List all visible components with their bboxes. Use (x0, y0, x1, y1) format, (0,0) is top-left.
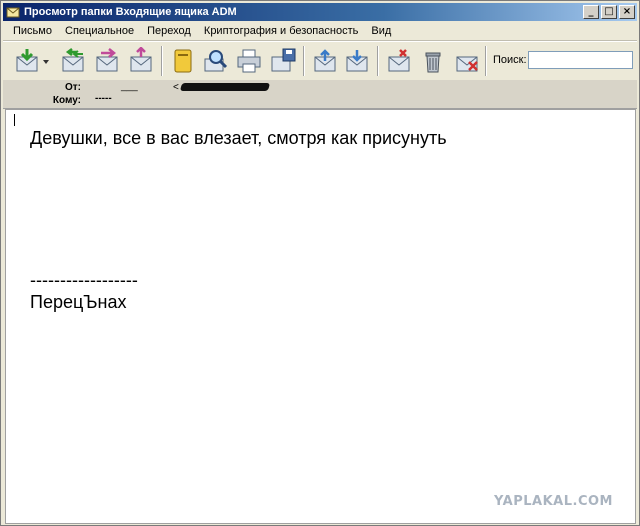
search-input[interactable] (528, 51, 633, 69)
mark-icon[interactable] (385, 47, 413, 75)
minimize-button[interactable]: _ (583, 5, 599, 19)
mail-viewer-window: Просмотр папки Входящие ящика ADM _ □ × … (0, 0, 640, 526)
signature: ПерецЪнах (30, 292, 127, 312)
find-icon[interactable] (201, 47, 229, 75)
forward-icon[interactable] (93, 47, 121, 75)
trash-icon[interactable] (419, 47, 447, 75)
close-button[interactable]: × (619, 5, 635, 19)
toolbar-separator (485, 46, 487, 76)
redacted-sender (179, 83, 271, 91)
message-line: Девушки, все в вас влезает, смотря как п… (30, 128, 447, 148)
address-book-icon[interactable] (169, 47, 197, 75)
mail-app-icon (6, 7, 20, 18)
from-value-a: ___ (121, 81, 138, 92)
from-value-b: < (173, 82, 179, 93)
dropdown-arrow-icon[interactable] (41, 47, 51, 75)
get-mail-icon[interactable] (13, 47, 41, 75)
save-icon[interactable] (269, 47, 297, 75)
to-label: Кому: (52, 95, 81, 106)
send-icon[interactable] (127, 47, 155, 75)
window-controls: _ □ × (583, 5, 635, 19)
menu-view[interactable]: Вид (371, 25, 391, 37)
title-bar[interactable]: Просмотр папки Входящие ящика ADM _ □ × (3, 3, 637, 21)
message-body[interactable]: Девушки, все в вас влезает, смотря как п… (5, 109, 636, 524)
toolbar-separator (377, 46, 379, 76)
print-icon[interactable] (235, 47, 263, 75)
maximize-button[interactable]: □ (601, 5, 617, 19)
move-down-icon[interactable] (343, 47, 371, 75)
watermark: YAPLAKAL.COM (494, 494, 613, 509)
toolbar-separator (161, 46, 163, 76)
search-label: Поиск: (493, 54, 527, 66)
toolbar: Поиск: (3, 41, 637, 81)
signature-separator: ------------------ (30, 270, 138, 290)
message-header: От: ___ < Кому: ----- (3, 80, 637, 109)
from-label: От: (64, 82, 81, 93)
menu-letter[interactable]: Письмо (13, 25, 52, 37)
menu-go[interactable]: Переход (147, 25, 191, 37)
window-title: Просмотр папки Входящие ящика ADM (24, 6, 237, 18)
to-value: ----- (95, 93, 112, 104)
move-up-icon[interactable] (311, 47, 339, 75)
delete-icon[interactable] (453, 47, 481, 75)
reply-all-icon[interactable] (59, 47, 87, 75)
menu-special[interactable]: Специальное (65, 25, 134, 37)
menu-crypto[interactable]: Криптография и безопасность (204, 25, 358, 37)
toolbar-separator (303, 46, 305, 76)
text-caret (14, 114, 15, 126)
menu-bar: Письмо Специальное Переход Криптография … (3, 22, 637, 41)
